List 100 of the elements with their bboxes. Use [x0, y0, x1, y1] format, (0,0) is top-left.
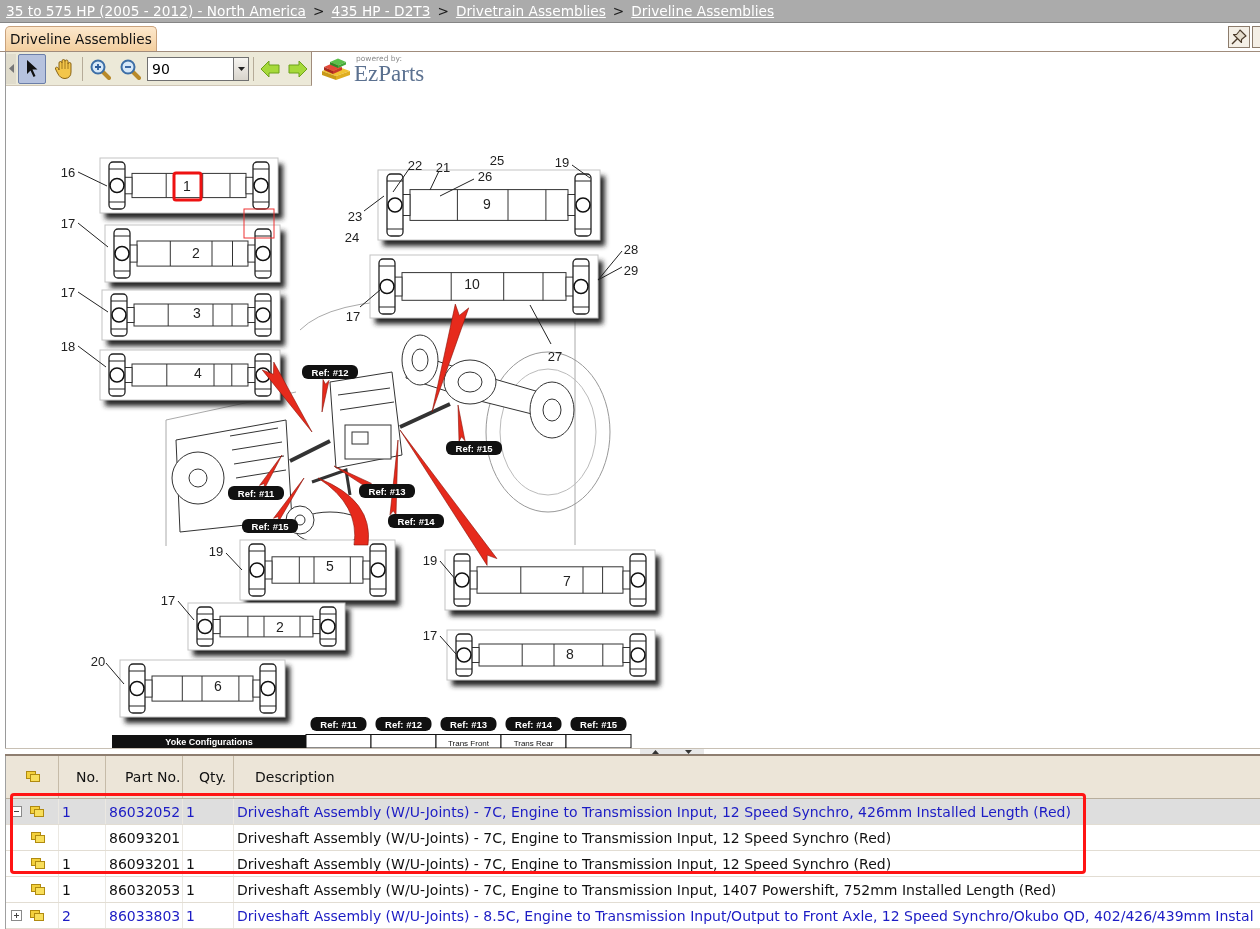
shaft-number[interactable]: 5 [326, 558, 334, 574]
leader-line [77, 291, 109, 313]
callout-number: 19 [554, 155, 570, 170]
shaft-number[interactable]: 6 [214, 678, 222, 694]
callout-number: 17 [422, 628, 438, 643]
pointer-arrow [273, 477, 305, 522]
callout-number: 27 [547, 349, 563, 364]
shaft-number[interactable]: 8 [566, 646, 574, 662]
caret-down-icon [237, 66, 245, 71]
shaft-number[interactable]: 1 [183, 178, 191, 194]
collapse-icon[interactable] [11, 806, 22, 817]
pushpin-icon [1231, 29, 1247, 45]
column-header[interactable]: Qty. [199, 769, 227, 785]
table-cell: 86032053 [109, 881, 181, 898]
callout-number: 19 [422, 553, 438, 568]
callout-number: 29 [623, 263, 639, 278]
triangle-left-icon [8, 64, 14, 73]
table-cell: 2 [62, 907, 71, 924]
stacked-pages-icon [30, 805, 44, 818]
shaft-number[interactable]: 3 [193, 305, 201, 321]
pin-button[interactable] [1228, 26, 1250, 48]
expand-icon[interactable] [11, 910, 22, 921]
table-cell: Driveshaft Assembly (W/U-Joints) - 8.5C, Engine to Transmission Input/Output to Front Axle, 12 Speed Synchro/Okubo QD, 402/426/439mm Instal [237, 907, 1254, 924]
pointer-arrow [321, 379, 330, 413]
zoom-out-icon [119, 57, 141, 80]
ref-tag: Ref: #11 [228, 486, 284, 500]
table-row[interactable]: 1 86032052 1 Driveshaft Assembly (W/U-Joints) - 7C, Engine to Transmission Input, 12 Speed Synchro, 426mm Installed Length (Red) [6, 799, 1260, 825]
callout-number: 17 [345, 309, 361, 324]
dropdown-button[interactable] [233, 56, 249, 81]
ref-tag: Ref: #12 [375, 717, 432, 731]
callout-number: 18 [60, 339, 76, 354]
table-cell: 1 [62, 855, 71, 872]
ref-tag: Ref: #15 [570, 717, 627, 731]
table-cell: 1 [186, 803, 195, 820]
hand-icon [54, 57, 74, 80]
table-row[interactable]: 2 86033803 1 Driveshaft Assembly (W/U-Joints) - 8.5C, Engine to Transmission Input/Output to Front Axle, 12 Speed Synchro/Okubo QD, 402/426/439mm Instal [6, 903, 1260, 929]
callout-number: 17 [160, 593, 176, 608]
shaft-number[interactable]: 9 [483, 196, 491, 212]
leader-line [77, 171, 108, 187]
tab[interactable]: Driveline Assemblies [5, 26, 157, 51]
table-cell: Trans Front [435, 734, 502, 748]
callout-number: 20 [90, 654, 106, 669]
callout-number: 16 [60, 165, 76, 180]
table-cell: 1 [62, 803, 71, 820]
leader-line [77, 345, 107, 368]
leader-line [439, 635, 457, 655]
stacked-pages-icon [31, 857, 45, 870]
arrow-right-icon [288, 59, 308, 78]
ref-tag: Ref: #14 [505, 717, 562, 731]
zoom-input[interactable]: 90 [147, 56, 233, 81]
pointer-icon [25, 59, 39, 78]
ref-tag: Ref: #15 [242, 519, 298, 533]
stacked-pages-icon [31, 883, 45, 896]
table-cell: Driveshaft Assembly (W/U-Joints) - 7C, Engine to Transmission Input, 1407 Powershift, 752mm Installed Length (Red) [237, 881, 1057, 898]
splitter-handle[interactable] [640, 749, 704, 754]
leader-line [571, 164, 591, 179]
leader-line [392, 168, 410, 193]
table-row[interactable]: 86093201 Driveshaft Assembly (W/U-Joints) - 7C, Engine to Transmission Input, 12 Speed Synchro (Red) [6, 825, 1260, 851]
table-row[interactable]: 1 86032053 1 Driveshaft Assembly (W/U-Joints) - 7C, Engine to Transmission Input, 1407 Powershift, 752mm Installed Length (Red) [6, 877, 1260, 903]
ref-tag: Ref: #12 [302, 365, 358, 379]
pointer-tool-button[interactable] [18, 53, 46, 84]
table-cell [305, 734, 372, 748]
table-cell: Driveshaft Assembly (W/U-Joints) - 7C, Engine to Transmission Input, 12 Speed Synchro (Red) [237, 855, 892, 872]
arrow-left-icon [260, 59, 280, 78]
leader-line [359, 289, 381, 308]
callout-number: 25 [489, 153, 505, 168]
shaft-number[interactable]: 10 [464, 276, 480, 292]
callout-number: 21 [435, 160, 451, 175]
scroll-left-button[interactable] [6, 53, 16, 84]
column-header[interactable]: Description [255, 769, 335, 785]
ref-tag: Ref: #13 [359, 484, 415, 498]
leader-line [363, 195, 385, 212]
shaft-number[interactable]: 7 [563, 573, 571, 589]
triangle-down-icon[interactable] [685, 749, 692, 754]
blocks-icon [320, 57, 352, 81]
propeller-shaft-line [289, 439, 331, 463]
zoom-in-icon [89, 57, 111, 80]
callout-number: 17 [60, 285, 76, 300]
leader-line [529, 304, 552, 345]
leader-line [439, 560, 457, 581]
table-cell: 1 [186, 907, 195, 924]
column-header[interactable]: No. [76, 769, 100, 785]
column-header[interactable]: Part No. [125, 769, 181, 785]
table-cell: 1 [62, 881, 71, 898]
leader-line [77, 222, 109, 248]
leader-line [225, 552, 243, 571]
shaft-number[interactable]: 4 [194, 365, 202, 381]
triangle-up-icon[interactable] [652, 749, 659, 754]
table-cell: Driveshaft Assembly (W/U-Joints) - 7C, Engine to Transmission Input, 12 Speed Synchro, 426mm Installed Length (Red) [237, 803, 1071, 820]
callout-number: 23 [347, 209, 363, 224]
propeller-shaft-line [311, 468, 352, 496]
shaft-number[interactable]: 2 [192, 245, 200, 261]
ref-tag: Ref: #15 [446, 441, 502, 455]
table-cell [565, 734, 632, 748]
table-cell: 86033803 [109, 907, 181, 924]
table-cell [370, 734, 437, 748]
shaft-number[interactable]: 2 [276, 619, 284, 635]
breadcrumb-separator: > [312, 3, 325, 19]
stacked-pages-icon [30, 909, 44, 922]
hotspot-outline[interactable] [243, 208, 275, 239]
